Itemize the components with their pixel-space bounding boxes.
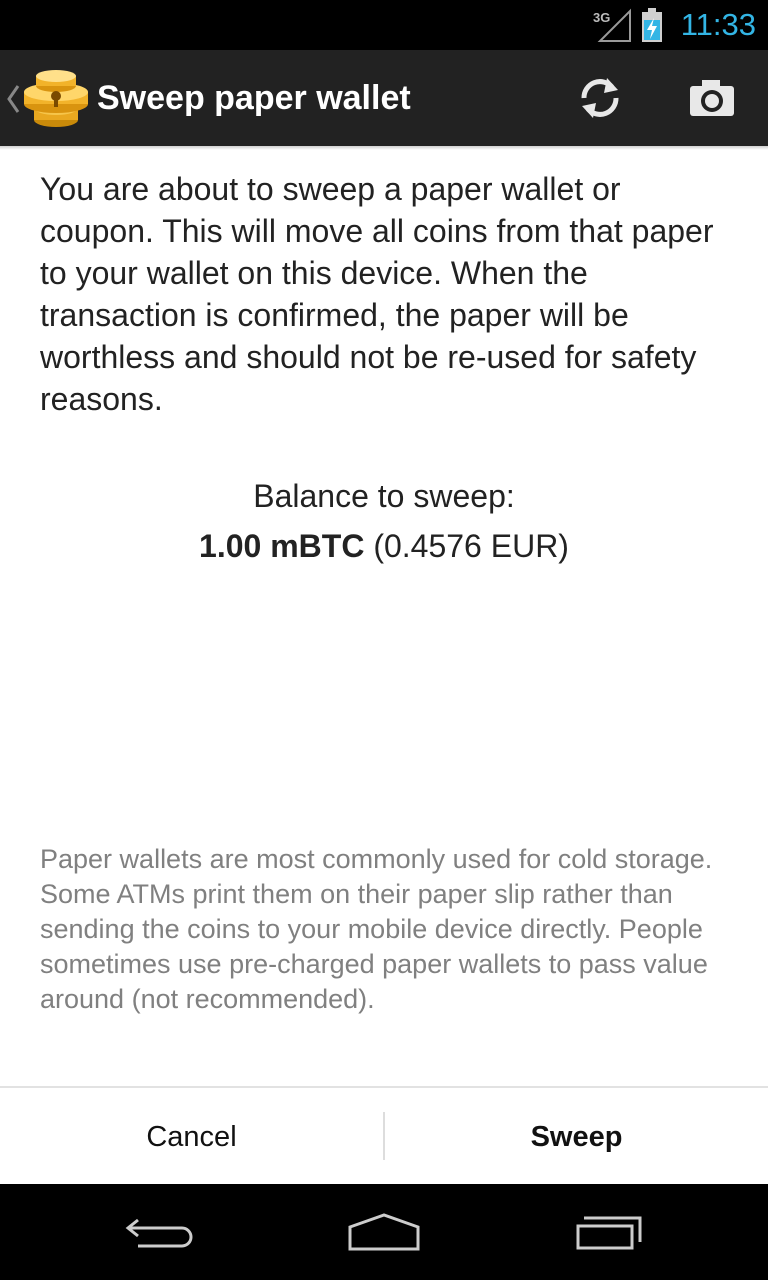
nav-back-button[interactable] — [100, 1184, 220, 1280]
action-bar-shadow — [0, 146, 768, 150]
home-icon — [348, 1213, 420, 1251]
nav-home-button[interactable] — [324, 1184, 444, 1280]
signal-3g-icon: 3G — [593, 8, 631, 42]
dialog-button-bar: Cancel Sweep — [0, 1086, 768, 1186]
recents-icon — [576, 1216, 642, 1250]
page-title: Sweep paper wallet — [97, 79, 411, 117]
status-bar: 3G 11:33 — [0, 0, 768, 50]
balance-label: Balance to sweep: — [253, 478, 515, 514]
sweep-button[interactable]: Sweep — [385, 1088, 768, 1186]
nav-recents-button[interactable] — [550, 1184, 670, 1280]
balance-value: 1.00 mBTC (0.4576 EUR) — [0, 524, 768, 568]
back-icon — [125, 1218, 193, 1248]
refresh-button[interactable] — [552, 50, 648, 146]
cancel-button[interactable]: Cancel — [0, 1088, 383, 1186]
scan-camera-button[interactable] — [664, 50, 760, 146]
camera-icon — [690, 80, 734, 116]
navigation-bar — [0, 1184, 768, 1280]
balance-amount: 1.00 mBTC — [199, 528, 365, 564]
battery-charging-icon — [642, 8, 662, 42]
sweep-explanation-text: You are about to sweep a paper wallet or… — [40, 171, 714, 417]
status-clock: 11:33 — [680, 7, 756, 42]
refresh-icon — [581, 78, 619, 118]
balance-fiat: (0.4576 EUR) — [373, 528, 569, 564]
svg-text:3G: 3G — [593, 10, 610, 25]
app-logo-icon[interactable] — [22, 66, 90, 130]
action-bar: Sweep paper wallet — [0, 50, 768, 146]
back-chevron-icon[interactable] — [6, 84, 20, 114]
paper-wallet-hint: Paper wallets are most commonly used for… — [40, 844, 713, 1014]
